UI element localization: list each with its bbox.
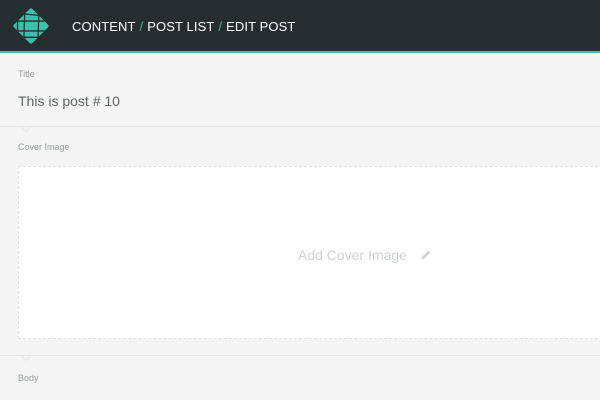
breadcrumb: CONTENT / POST LIST / EDIT POST (72, 19, 295, 34)
breadcrumb-post-list[interactable]: POST LIST (147, 19, 214, 34)
cover-image-dropzone[interactable]: Add Cover Image (18, 166, 600, 339)
add-cover-image-text: Add Cover Image (298, 247, 407, 263)
field-divider (0, 355, 600, 356)
cover-image-label: Cover Image (18, 142, 70, 152)
title-label: Title (18, 69, 35, 79)
breadcrumb-content[interactable]: CONTENT (72, 19, 136, 34)
breadcrumb-edit-post: EDIT POST (226, 19, 296, 34)
field-divider (0, 126, 600, 127)
breadcrumb-separator: / (139, 19, 144, 34)
top-bar: CONTENT / POST LIST / EDIT POST (0, 0, 600, 53)
title-input[interactable]: This is post # 10 (18, 93, 120, 109)
pencil-icon (421, 250, 431, 260)
logo-icon[interactable] (12, 7, 50, 45)
body-label: Body (18, 373, 39, 383)
breadcrumb-separator: / (218, 19, 223, 34)
